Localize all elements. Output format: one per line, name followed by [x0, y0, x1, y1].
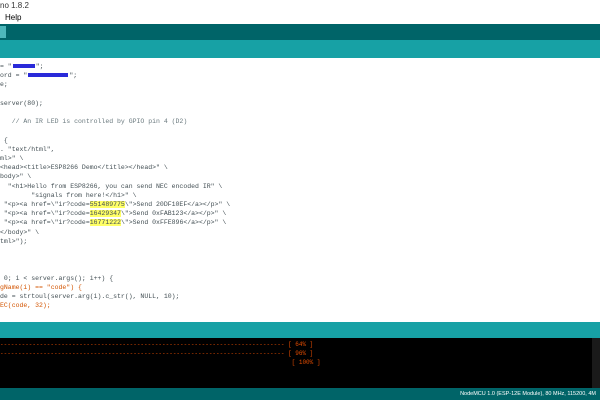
code-text: "<h1>Hello from ESP8266, you can send NE… [0, 182, 223, 190]
highlighted-code: 551489775 [89, 201, 125, 208]
code-text: EC(code, 32); [0, 302, 51, 310]
title-bar: no 1.8.2 [0, 0, 600, 12]
console-scrollbar[interactable] [592, 338, 600, 388]
console-line: ----------------------------------------… [0, 350, 314, 357]
code-text: . "text/html", [0, 145, 55, 153]
code-line: server(80); [0, 99, 43, 109]
code-text: { [0, 136, 8, 144]
code-text: <head><title>ESP8266 Demo</title></head>… [0, 164, 168, 172]
window-title: no 1.8.2 [0, 1, 29, 10]
code-text: e; [0, 81, 8, 89]
code-text: \">Send 0xFFE896</a></p>" \ [120, 219, 227, 227]
status-bar: NodeMCU 1.0 (ESP-12E Module), 80 MHz, 11… [0, 388, 600, 400]
code-text: \">Send 0xFAB123</a></p>" \ [120, 210, 227, 218]
code-text: ml>" \ [0, 155, 24, 162]
code-line: e; [0, 80, 8, 90]
board-status: NodeMCU 1.0 (ESP-12E Module), 80 MHz, 11… [460, 391, 596, 397]
code-line: // An IR LED is controlled by GPIO pin 4… [0, 117, 188, 127]
code-text: gName(i) == "code") { [0, 283, 82, 291]
console-line: [ 100% ] [0, 359, 321, 366]
code-text: "signals from here!</h1>" \ [0, 191, 137, 199]
code-text: = " [0, 63, 12, 70]
code-line: ord = " "; [0, 71, 77, 81]
code-text: </body>" \ [0, 228, 40, 236]
code-editor[interactable]: = " "; ord = " "; e; server(80); // An IR LED… [0, 58, 600, 322]
code-text: "<p><a href=\"ir?code= [0, 201, 90, 208]
code-text: tml>"); [0, 237, 28, 245]
code-text: de = strtoul(server.arg(i).c_str(), NULL… [0, 293, 180, 300]
console-output: ----------------------------------------… [0, 338, 600, 388]
toolbar-button[interactable] [0, 26, 6, 38]
code-line: tml>"); [0, 237, 27, 247]
menu-item-help[interactable]: Help [5, 12, 21, 24]
code-text: // An IR LED is controlled by GPIO pin 4… [0, 118, 188, 126]
menu-bar: Help [0, 12, 600, 24]
code-line: EC(code, 32); [0, 301, 51, 311]
code-text: body>" \ [0, 173, 32, 181]
console-line: ----------------------------------------… [0, 341, 314, 348]
code-text: 0; i < server.args(); i++) { [0, 274, 114, 282]
code-text: server(80); [0, 99, 43, 107]
highlighted-code: 16771222 [89, 219, 121, 227]
redacted-text [28, 73, 69, 78]
code-text: "<p><a href=\"ir?code= [0, 210, 90, 218]
redacted-text [12, 64, 35, 69]
code-text: "<p><a href=\"ir?code= [0, 219, 90, 227]
console-header [0, 322, 600, 338]
highlighted-code: 16429347 [89, 210, 121, 218]
toolbar [0, 24, 600, 40]
code-text: \">Send 20DF10EF</a></p>" \ [124, 201, 231, 208]
tab-bar [0, 40, 600, 58]
code-text: "; [69, 72, 78, 80]
code-text: ord = " [0, 72, 28, 80]
code-text: "; [35, 63, 44, 70]
